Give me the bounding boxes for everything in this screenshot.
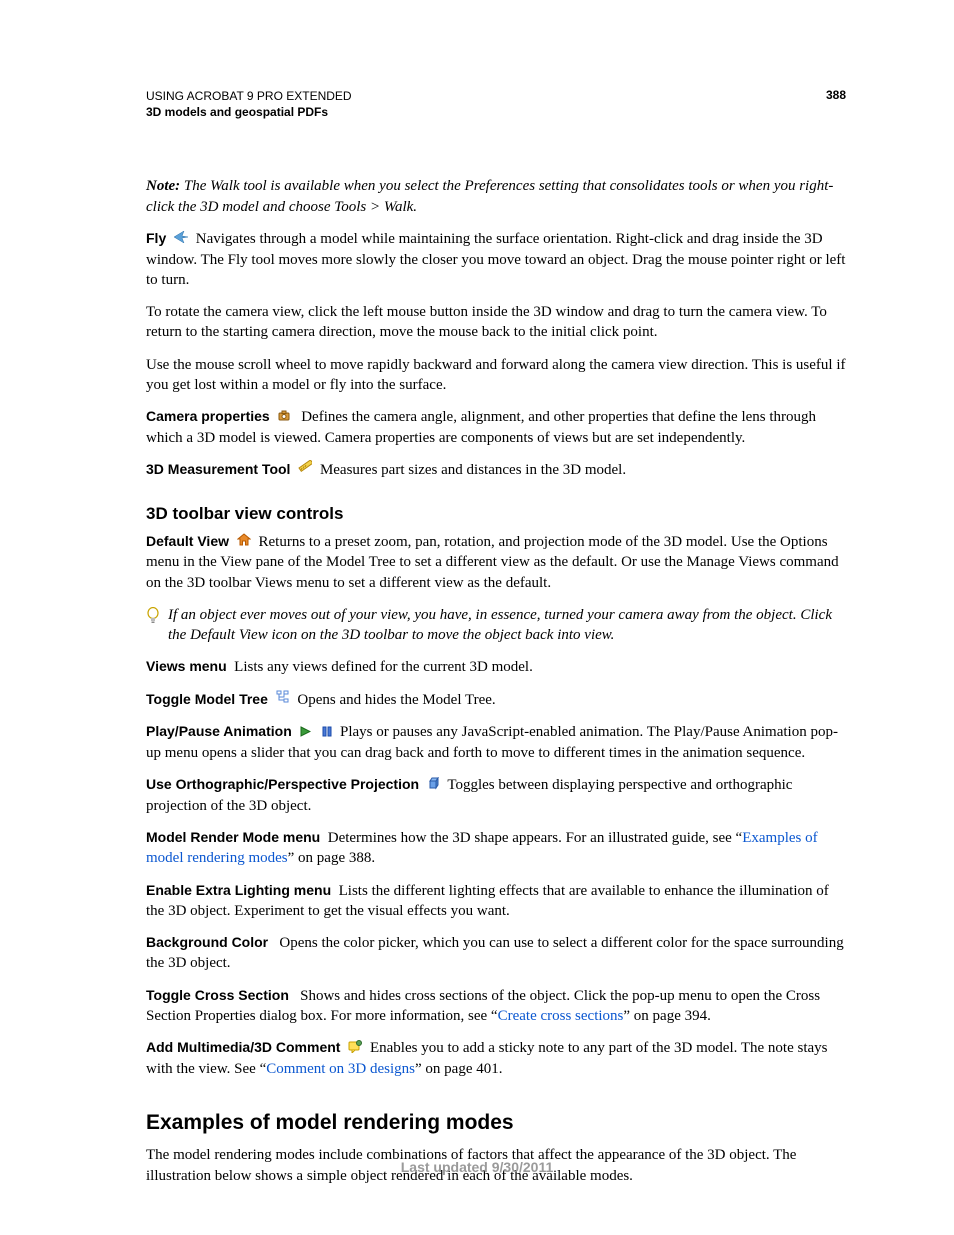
header-title: USING ACROBAT 9 PRO EXTENDED bbox=[146, 88, 846, 104]
body-content: Note: The Walk tool is available when yo… bbox=[146, 176, 846, 1186]
lightbulb-icon bbox=[146, 607, 160, 646]
term-play-pause: Play/Pause Animation bbox=[146, 723, 292, 739]
fly-icon bbox=[174, 229, 188, 249]
link-create-cross-sections[interactable]: Create cross sections bbox=[498, 1008, 624, 1024]
fly-paragraph: Fly Navigates through a model while main… bbox=[146, 229, 846, 290]
play-icon bbox=[300, 723, 311, 743]
cube-icon bbox=[427, 776, 440, 796]
fly-text-1: Navigates through a model while maintain… bbox=[146, 231, 845, 288]
term-toggle-model-tree: Toggle Model Tree bbox=[146, 691, 268, 707]
heading-examples-rendering-modes: Examples of model rendering modes bbox=[146, 1109, 846, 1137]
page: USING ACROBAT 9 PRO EXTENDED 3D models a… bbox=[0, 0, 954, 1235]
note-text: The Walk tool is available when you sele… bbox=[146, 178, 833, 214]
model-tree-icon bbox=[276, 690, 290, 710]
toggle-model-tree-paragraph: Toggle Model Tree Opens and hides the Mo… bbox=[146, 690, 846, 711]
toggle-model-tree-text: Opens and hides the Model Tree. bbox=[297, 692, 495, 708]
cross-section-paragraph: Toggle Cross Section Shows and hides cro… bbox=[146, 986, 846, 1027]
term-extra-lighting: Enable Extra Lighting menu bbox=[146, 882, 331, 898]
term-views-menu: Views menu bbox=[146, 658, 227, 674]
background-color-paragraph: Background Color Opens the color picker,… bbox=[146, 933, 846, 974]
render-mode-paragraph: Model Render Mode menu Determines how th… bbox=[146, 828, 846, 869]
home-icon bbox=[237, 532, 251, 552]
term-3d-measurement: 3D Measurement Tool bbox=[146, 461, 290, 477]
fly-text-2: To rotate the camera view, click the lef… bbox=[146, 302, 846, 343]
term-fly: Fly bbox=[146, 230, 166, 246]
pause-icon bbox=[322, 723, 332, 743]
render-mode-text-2: ” on page 388. bbox=[288, 850, 375, 866]
camera-icon bbox=[277, 408, 293, 428]
camera-properties-paragraph: Camera properties Defines the camera ang… bbox=[146, 407, 846, 448]
fly-text-3: Use the mouse scroll wheel to move rapid… bbox=[146, 355, 846, 396]
term-add-3d-comment: Add Multimedia/3D Comment bbox=[146, 1039, 340, 1055]
term-camera-properties: Camera properties bbox=[146, 408, 270, 424]
lighting-paragraph: Enable Extra Lighting menu Lists the dif… bbox=[146, 881, 846, 922]
footer-last-updated: Last updated 9/30/2011 bbox=[0, 1159, 954, 1175]
term-projection: Use Orthographic/Perspective Projection bbox=[146, 776, 419, 792]
note-label: Note: bbox=[146, 178, 180, 194]
term-default-view: Default View bbox=[146, 533, 229, 549]
note-paragraph: Note: The Walk tool is available when yo… bbox=[146, 176, 846, 217]
cross-section-text-2: ” on page 394. bbox=[623, 1008, 710, 1024]
running-header: USING ACROBAT 9 PRO EXTENDED 3D models a… bbox=[146, 88, 846, 120]
header-subtitle: 3D models and geospatial PDFs bbox=[146, 104, 846, 120]
sticky-note-icon bbox=[348, 1039, 362, 1059]
heading-3d-toolbar-view-controls: 3D toolbar view controls bbox=[146, 503, 846, 526]
tip-block: If an object ever moves out of your view… bbox=[146, 605, 846, 646]
views-menu-text: Lists any views defined for the current … bbox=[234, 659, 533, 675]
measurement-text: Measures part sizes and distances in the… bbox=[320, 462, 626, 478]
measurement-paragraph: 3D Measurement Tool Measures part sizes … bbox=[146, 460, 846, 481]
render-mode-text-1: Determines how the 3D shape appears. For… bbox=[328, 830, 742, 846]
term-render-mode: Model Render Mode menu bbox=[146, 829, 320, 845]
term-cross-section: Toggle Cross Section bbox=[146, 987, 289, 1003]
projection-paragraph: Use Orthographic/Perspective Projection … bbox=[146, 775, 846, 816]
link-comment-3d-designs[interactable]: Comment on 3D designs bbox=[266, 1061, 415, 1077]
add-comment-paragraph: Add Multimedia/3D Comment Enables you to… bbox=[146, 1038, 846, 1079]
page-number: 388 bbox=[826, 88, 846, 102]
views-menu-paragraph: Views menu Lists any views defined for t… bbox=[146, 657, 846, 677]
tip-text: If an object ever moves out of your view… bbox=[168, 605, 846, 646]
ruler-icon bbox=[298, 460, 312, 480]
term-background-color: Background Color bbox=[146, 934, 268, 950]
default-view-paragraph: Default View Returns to a preset zoom, p… bbox=[146, 532, 846, 593]
add-comment-text-2: ” on page 401. bbox=[415, 1061, 502, 1077]
play-pause-paragraph: Play/Pause Animation Plays or pauses any… bbox=[146, 722, 846, 763]
